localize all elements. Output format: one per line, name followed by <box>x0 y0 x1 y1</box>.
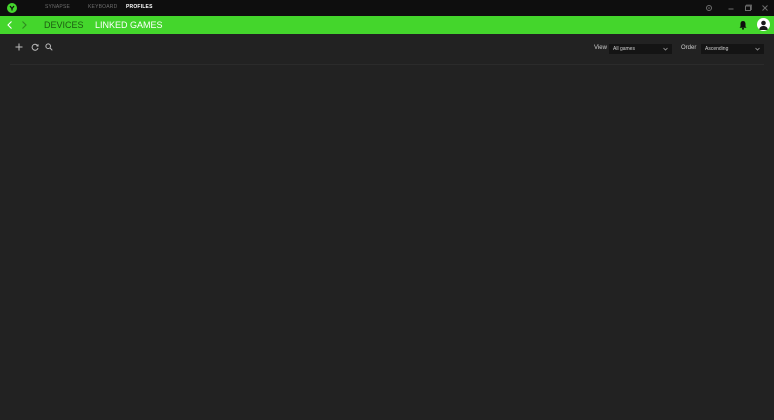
app-tab-synapse[interactable]: SYNAPSE <box>45 4 70 10</box>
razer-synapse-window: SYNAPSE KEYBOARD PROFILES DEVICES LINKED… <box>0 0 774 420</box>
tab-devices[interactable]: DEVICES <box>44 20 84 30</box>
minimize-icon[interactable] <box>726 3 736 13</box>
forward-arrow-icon[interactable] <box>19 20 29 30</box>
close-icon[interactable] <box>760 3 770 13</box>
restore-icon[interactable] <box>743 3 753 13</box>
chevron-down-icon <box>663 47 668 51</box>
tab-linked-games[interactable]: LINKED GAMES <box>95 20 163 30</box>
gear-icon[interactable] <box>704 3 714 13</box>
view-dropdown[interactable]: All games <box>609 44 672 54</box>
chevron-down-icon <box>755 47 760 51</box>
nav-bar: DEVICES LINKED GAMES <box>0 16 774 34</box>
title-bar: SYNAPSE KEYBOARD PROFILES <box>0 0 774 16</box>
notification-bell-icon[interactable] <box>737 19 749 31</box>
razer-logo-icon[interactable] <box>7 3 17 13</box>
order-dropdown[interactable]: Ascending <box>701 44 764 54</box>
user-avatar-icon[interactable] <box>757 18 770 31</box>
refresh-icon[interactable] <box>30 42 40 52</box>
app-tab-profiles[interactable]: PROFILES <box>126 4 153 10</box>
search-icon[interactable] <box>44 42 54 52</box>
view-label: View <box>594 45 607 51</box>
app-tab-keyboard[interactable]: KEYBOARD <box>88 4 117 10</box>
order-dropdown-value: Ascending <box>705 46 729 52</box>
games-list-area <box>0 65 774 420</box>
order-label: Order <box>681 45 697 51</box>
back-arrow-icon[interactable] <box>5 20 15 30</box>
view-dropdown-value: All games <box>613 46 635 52</box>
add-icon[interactable] <box>14 42 24 52</box>
